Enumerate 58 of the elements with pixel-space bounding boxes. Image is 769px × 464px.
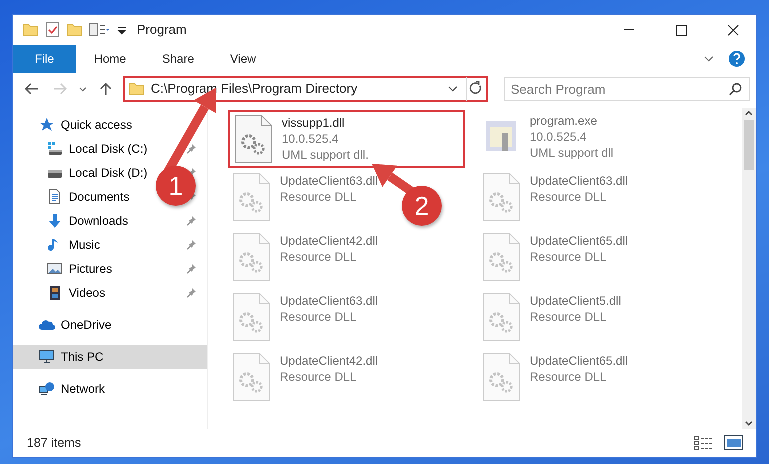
file-item[interactable]: UpdateClient63.dll Resource DLL — [478, 170, 715, 228]
checklist-icon[interactable] — [45, 22, 61, 38]
nav-item[interactable]: This PC — [13, 345, 207, 369]
properties-icon[interactable] — [89, 22, 111, 38]
minimize-icon — [624, 29, 634, 31]
film-icon — [47, 285, 63, 301]
file-item[interactable]: UpdateClient65.dll Resource DLL — [478, 230, 715, 288]
download-icon — [47, 213, 63, 229]
search-field[interactable]: Search Program — [504, 77, 750, 101]
nav-item[interactable]: Quick access — [13, 113, 207, 137]
nav-item[interactable]: Videos — [13, 281, 207, 305]
nav-item[interactable]: Network — [13, 377, 207, 401]
gear-file-icon — [482, 353, 522, 403]
nav-item[interactable]: Local Disk (C:) — [13, 137, 207, 161]
large-icons-view-icon[interactable] — [724, 435, 744, 451]
file-item[interactable]: UpdateClient63.dll Resource DLL — [228, 290, 465, 348]
file-item[interactable]: UpdateClient42.dll Resource DLL — [228, 230, 465, 288]
gear-file-icon — [232, 353, 272, 403]
caret-icon — [79, 86, 87, 92]
file-item[interactable]: vissupp1.dll 10.0.525.4 UML support dll. — [228, 110, 465, 168]
back-arrow-icon — [24, 81, 40, 97]
picture-icon — [47, 261, 63, 277]
maximize-icon — [676, 24, 686, 36]
network-icon — [39, 381, 55, 397]
star-icon — [39, 117, 55, 133]
file-menu-button[interactable]: File — [13, 45, 76, 73]
nav-item[interactable]: OneDrive — [13, 313, 207, 337]
nav-item[interactable]: Downloads — [13, 209, 207, 233]
item-count: 187 items — [27, 434, 82, 452]
window-title: Program — [137, 21, 187, 40]
search-icon — [729, 82, 743, 96]
ribbon-tab[interactable]: View — [212, 45, 274, 73]
up-arrow-icon — [98, 81, 114, 97]
ribbon-tab[interactable]: Home — [76, 45, 144, 73]
document-icon — [47, 189, 63, 205]
nav-item[interactable]: Pictures — [13, 257, 207, 281]
close-icon — [728, 24, 738, 36]
gear-file-icon — [232, 233, 272, 283]
file-item[interactable]: UpdateClient42.dll Resource DLL — [228, 350, 465, 408]
drive-icon — [47, 141, 63, 157]
file-item[interactable]: UpdateClient5.dll Resource DLL — [478, 290, 715, 348]
folder-icon — [129, 81, 145, 97]
computer-icon — [39, 349, 55, 365]
gear-file-icon — [482, 293, 522, 343]
gear-file-icon — [232, 173, 272, 223]
ribbon-tab[interactable]: Share — [144, 45, 212, 73]
file-item[interactable]: UpdateClient65.dll Resource DLL — [478, 350, 715, 408]
scroll-thumb[interactable] — [744, 120, 754, 170]
scrollbar[interactable] — [742, 108, 756, 429]
details-view-icon[interactable] — [694, 435, 714, 451]
gear-file-icon — [482, 233, 522, 283]
gear-file-icon — [482, 173, 522, 223]
forward-arrow-icon — [52, 81, 68, 97]
address-bar[interactable]: C:\Program Files\Program Directory — [123, 76, 488, 102]
gear-file-icon — [232, 293, 272, 343]
gear-file-icon — [234, 115, 274, 165]
nav-item[interactable]: Music — [13, 233, 207, 257]
file-item[interactable]: program.exe 10.0.525.4 UML support dll — [478, 110, 715, 168]
